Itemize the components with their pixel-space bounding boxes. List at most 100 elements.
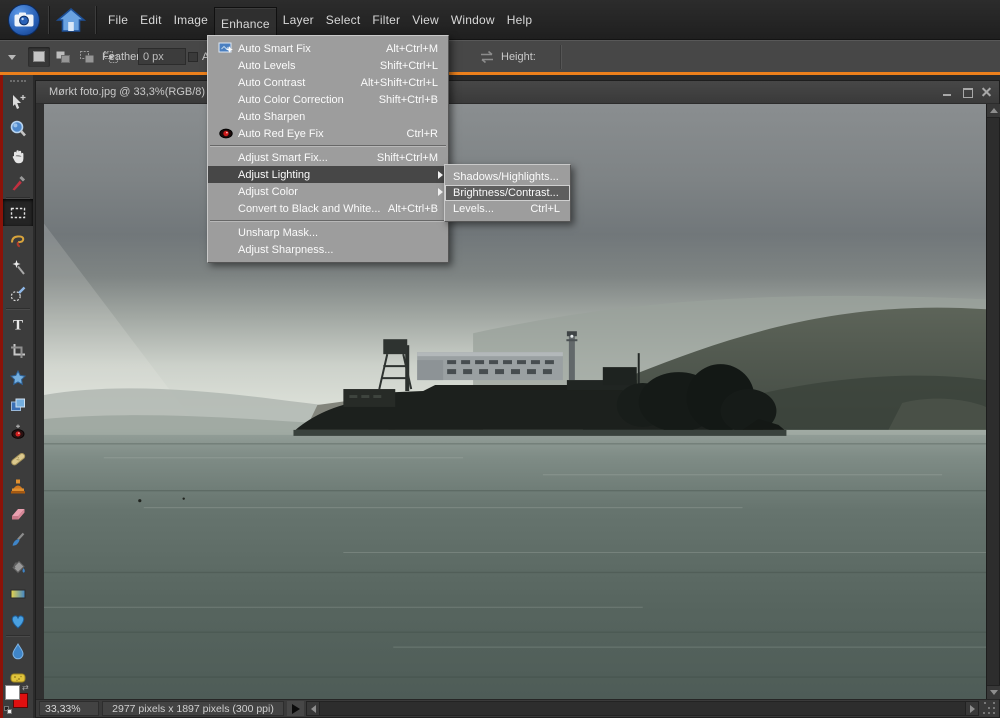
scroll-left-icon[interactable] — [307, 702, 320, 715]
magnetic-lasso-tool[interactable] — [3, 226, 33, 253]
tool-options-bar: Feather: Anti-alias Height: — [0, 40, 1000, 72]
paint-bucket-tool[interactable] — [3, 553, 33, 580]
toolbox-grip[interactable] — [10, 80, 26, 84]
menu-item-label: Auto Sharpen — [238, 111, 305, 123]
maximize-icon[interactable] — [962, 87, 973, 97]
menu-item-brightness-contrast[interactable]: Brightness/Contrast... — [445, 185, 570, 201]
home-icon[interactable] — [56, 7, 86, 34]
svg-text:T: T — [13, 317, 23, 333]
recompose-tool[interactable] — [3, 391, 33, 418]
menu-item-adjust-smart-fix[interactable]: Adjust Smart Fix...Shift+Ctrl+M — [208, 149, 448, 166]
menu-item-adjust-lighting[interactable]: Adjust Lighting — [208, 166, 448, 183]
red-eye-icon — [214, 126, 238, 141]
menu-item-label: Shadows/Highlights... — [453, 171, 559, 183]
menu-item-auto-contrast[interactable]: Auto Contrast Alt+Shift+Ctrl+L — [208, 74, 448, 91]
menu-icon-slot — [214, 167, 238, 182]
quick-selection-tool[interactable] — [3, 280, 33, 307]
rectangular-marquee-tool[interactable] — [3, 199, 33, 226]
menu-item-label: Auto Levels — [238, 60, 295, 72]
menubar-item-view[interactable]: View — [406, 0, 445, 40]
menu-item-label: Adjust Sharpness... — [238, 244, 333, 256]
subtract-from-selection-icon[interactable] — [76, 47, 98, 67]
gradient-tool[interactable] — [3, 580, 33, 607]
document-title-bar[interactable]: Mørkt foto.jpg @ 33,3%(RGB/8) — [36, 81, 999, 104]
brush-tool[interactable] — [3, 526, 33, 553]
menu-item-auto-sharpen[interactable]: Auto Sharpen — [208, 108, 448, 125]
feather-input[interactable] — [138, 48, 186, 65]
scroll-right-icon[interactable] — [965, 702, 978, 715]
menu-item-adjust-sharpness[interactable]: Adjust Sharpness... — [208, 241, 448, 258]
foreground-color-swatch[interactable] — [5, 685, 20, 700]
menu-item-label: Adjust Lighting — [238, 169, 310, 181]
menubar-item-layer[interactable]: Layer — [277, 0, 320, 40]
swap-colors-icon[interactable]: ⇄ — [22, 683, 29, 692]
enhance-menu: Auto Smart FixAlt+Ctrl+MAuto LevelsShift… — [207, 35, 449, 263]
menu-item-levels[interactable]: Levels...Ctrl+L — [445, 201, 570, 217]
menubar-item-select[interactable]: Select — [320, 0, 367, 40]
new-selection-icon[interactable] — [28, 47, 50, 67]
scroll-up-icon[interactable] — [987, 104, 1000, 118]
menu-item-label: Brightness/Contrast... — [453, 187, 559, 199]
submenu-arrow-icon — [438, 188, 443, 196]
add-to-selection-icon[interactable] — [52, 47, 74, 67]
hand-tool[interactable] — [3, 142, 33, 169]
photoshop-elements-app: FileEditImageEnhanceLayerSelectFilterVie… — [0, 0, 1000, 718]
tool-presets-arrow-icon[interactable] — [8, 55, 16, 60]
menu-icon-slot — [214, 92, 238, 107]
menu-icon-slot — [214, 201, 238, 216]
clone-stamp-tool[interactable] — [3, 472, 33, 499]
menubar-item-filter[interactable]: Filter — [366, 0, 406, 40]
image-dimensions: 2977 pixels x 1897 pixels (300 ppi) — [102, 701, 284, 716]
options-divider — [560, 45, 561, 69]
swap-width-height-icon[interactable] — [477, 50, 497, 69]
menu-item-label: Auto Smart Fix — [238, 43, 311, 55]
adjust-lighting-submenu: Shadows/Highlights... Brightness/Contrast… — [444, 164, 571, 222]
menu-item-auto-red-eye-fix[interactable]: Auto Red Eye FixCtrl+R — [208, 125, 448, 142]
menubar-item-file[interactable]: File — [102, 0, 134, 40]
menu-item-shortcut: Ctrl+L — [530, 203, 560, 215]
menu-item-unsharp-mask[interactable]: Unsharp Mask... — [208, 224, 448, 241]
red-eye-removal-tool[interactable] — [3, 418, 33, 445]
cookie-cutter-tool[interactable] — [3, 364, 33, 391]
menu-item-adjust-color[interactable]: Adjust Color — [208, 183, 448, 200]
menu-item-label: Unsharp Mask... — [238, 227, 318, 239]
eyedropper-tool[interactable] — [3, 169, 33, 196]
menu-item-convert-to-black-and-white[interactable]: Convert to Black and White...Alt+Ctrl+B — [208, 200, 448, 217]
menu-item-label: Auto Red Eye Fix — [238, 128, 324, 140]
menu-item-shadows-highlights[interactable]: Shadows/Highlights... — [445, 169, 570, 185]
shape-tool[interactable] — [3, 607, 33, 634]
toolbox-divider — [6, 308, 30, 309]
default-colors-icon[interactable] — [7, 709, 12, 714]
menu-item-shortcut: Alt+Ctrl+B — [388, 203, 448, 215]
minimize-icon[interactable] — [942, 87, 953, 97]
zoom-level-field[interactable]: 33,33% — [39, 701, 99, 716]
close-icon[interactable] — [982, 87, 993, 97]
camera-logo-icon[interactable] — [7, 3, 41, 37]
scroll-down-icon[interactable] — [987, 685, 1000, 699]
menubar-divider — [95, 6, 96, 34]
menu-icon-slot — [214, 75, 238, 90]
menubar-item-image[interactable]: Image — [168, 0, 214, 40]
menubar-divider — [48, 6, 49, 34]
menu-item-shortcut: Alt+Shift+Ctrl+L — [361, 77, 448, 89]
move-tool[interactable] — [3, 88, 33, 115]
resize-grip[interactable] — [984, 702, 996, 714]
menubar-item-window[interactable]: Window — [445, 0, 501, 40]
menubar-item-help[interactable]: Help — [501, 0, 538, 40]
menubar-item-edit[interactable]: Edit — [134, 0, 167, 40]
menu-item-auto-levels[interactable]: Auto LevelsShift+Ctrl+L — [208, 57, 448, 74]
type-tool[interactable]: T — [3, 310, 33, 337]
menu-item-auto-color-correction[interactable]: Auto Color CorrectionShift+Ctrl+B — [208, 91, 448, 108]
zoom-tool[interactable] — [3, 115, 33, 142]
eraser-tool[interactable] — [3, 499, 33, 526]
blur-tool[interactable] — [3, 637, 33, 664]
spot-healing-brush-tool[interactable] — [3, 445, 33, 472]
horizontal-scrollbar[interactable] — [306, 701, 979, 716]
menu-item-label: Auto Contrast — [238, 77, 305, 89]
magic-wand-tool[interactable] — [3, 253, 33, 280]
vertical-scrollbar[interactable] — [986, 104, 999, 699]
menu-item-auto-smart-fix[interactable]: Auto Smart FixAlt+Ctrl+M — [208, 40, 448, 57]
status-flyout-button[interactable] — [287, 701, 304, 716]
crop-tool[interactable] — [3, 337, 33, 364]
antialias-checkbox[interactable] — [188, 52, 198, 62]
